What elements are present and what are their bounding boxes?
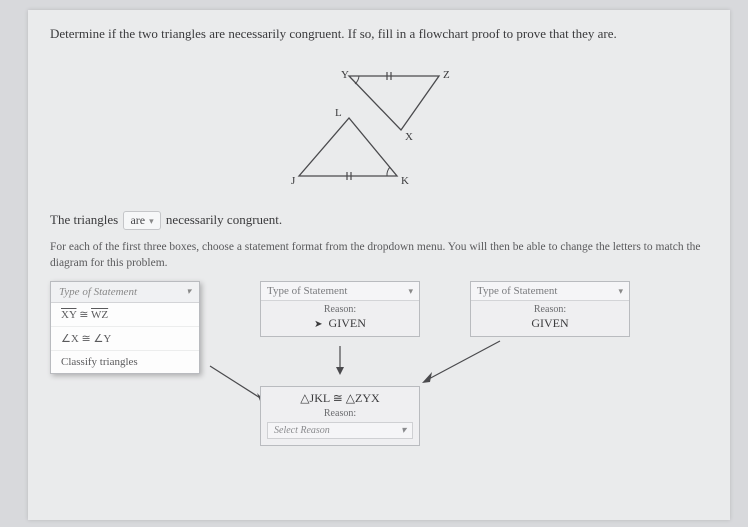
proof-box-2: Type of Statement ▾ Reason: ➤ GIVEN <box>260 281 420 337</box>
reason-value: ➤ GIVEN <box>261 315 419 336</box>
proof-box-3: Type of Statement ▾ Reason: GIVEN <box>470 281 630 337</box>
chevron-down-icon: ▾ <box>408 286 413 297</box>
label-Y: Y <box>341 69 349 81</box>
label-X: X <box>405 131 413 143</box>
label-K: K <box>401 175 409 187</box>
label-L: L <box>335 107 342 119</box>
dropdown-option-classify[interactable]: Classify triangles <box>51 351 199 373</box>
chevron-down-icon: ▾ <box>186 286 191 298</box>
flowchart-area: Type of Statement ▾ XY ≅ WZ ∠X ≅ ∠Y Clas… <box>50 281 708 461</box>
worksheet-page: Determine if the two triangles are neces… <box>28 10 730 520</box>
label-Z: Z <box>443 69 450 81</box>
triangle-diagram: Y Z X J K L <box>50 52 708 203</box>
chevron-down-icon: ▾ <box>149 216 154 226</box>
dropdown-option-angle[interactable]: ∠X ≅ ∠Y <box>51 327 199 351</box>
label-J: J <box>291 175 296 187</box>
statement-type-select[interactable]: Type of Statement ▾ <box>471 282 629 301</box>
conclusion-reason-label: Reason: <box>261 408 419 419</box>
statement-type-select[interactable]: Type of Statement ▾ <box>261 282 419 301</box>
chevron-down-icon: ▾ <box>618 286 623 297</box>
statement-type-dropdown[interactable]: Type of Statement ▾ XY ≅ WZ ∠X ≅ ∠Y Clas… <box>50 281 200 374</box>
reason-label: Reason: <box>261 301 419 315</box>
problem-prompt: Determine if the two triangles are neces… <box>50 26 708 42</box>
cursor-icon: ➤ <box>314 319 322 330</box>
congruence-sentence: The triangles are▾ necessarily congruent… <box>50 211 708 230</box>
reason-label: Reason: <box>471 301 629 315</box>
dropdown-option-segment[interactable]: XY ≅ WZ <box>51 303 199 327</box>
sentence-prefix: The triangles <box>50 212 118 227</box>
chevron-down-icon: ▾ <box>401 425 406 436</box>
dropdown-header[interactable]: Type of Statement ▾ <box>51 282 199 303</box>
arrow-right <box>410 336 510 391</box>
select-reason-dropdown[interactable]: Select Reason ▾ <box>267 422 413 439</box>
are-dropdown[interactable]: are▾ <box>123 211 160 230</box>
arrow-center <box>330 341 350 381</box>
reason-value: GIVEN <box>471 315 629 336</box>
conclusion-statement: △JKL ≅ △ZYX <box>261 387 419 408</box>
sentence-suffix: necessarily congruent. <box>166 212 282 227</box>
conclusion-box: △JKL ≅ △ZYX Reason: Select Reason ▾ <box>260 386 420 446</box>
instructions-text: For each of the first three boxes, choos… <box>50 240 708 271</box>
